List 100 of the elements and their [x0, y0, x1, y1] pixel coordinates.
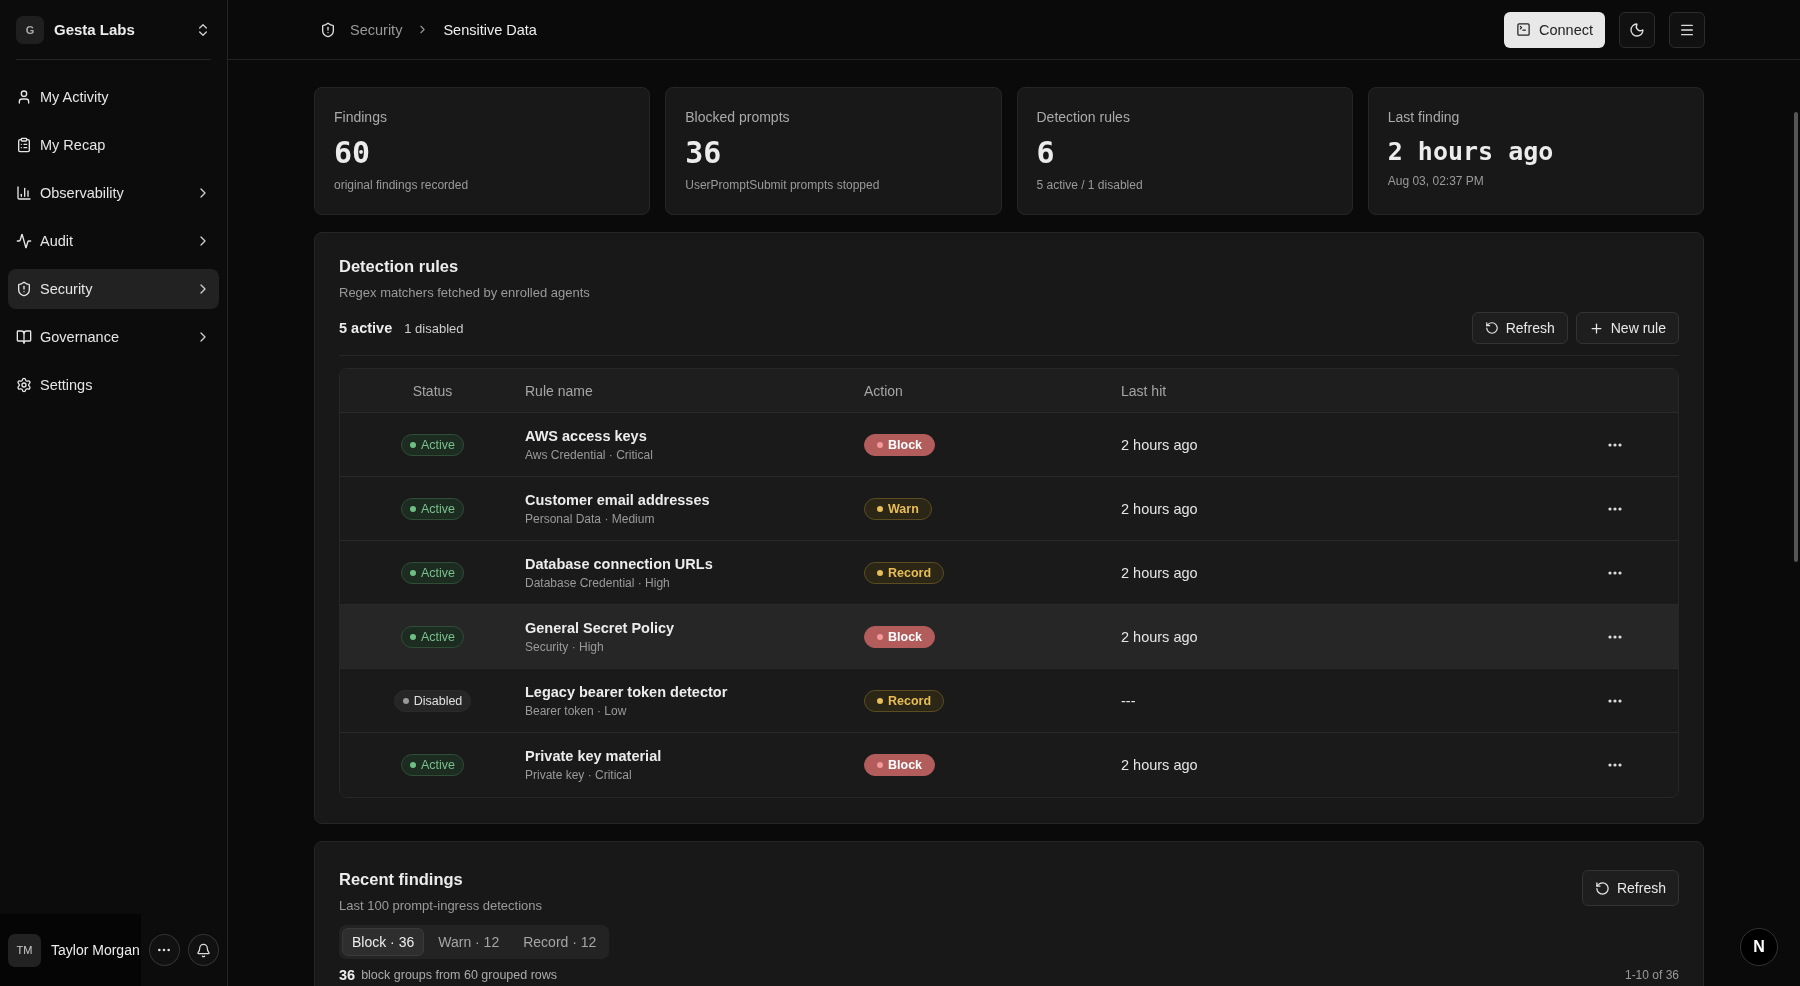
- user-profile[interactable]: TM Taylor Morgan: [0, 914, 141, 986]
- menu-button[interactable]: [1669, 11, 1705, 48]
- user-icon: [16, 89, 32, 105]
- last-hit: ---: [1121, 692, 1137, 709]
- action-badge: Block: [864, 433, 936, 456]
- last-hit: 2 hours ago: [1121, 500, 1199, 517]
- breadcrumb-link[interactable]: Security: [350, 21, 403, 38]
- theme-toggle-button[interactable]: [1619, 11, 1655, 48]
- row-menu-button[interactable]: [1608, 442, 1622, 447]
- ellipsis-icon: [1608, 570, 1622, 575]
- rule-meta: Bearer token · Low: [525, 703, 628, 718]
- sidebar-item[interactable]: Settings: [8, 365, 219, 405]
- action-badge: Warn: [864, 497, 932, 520]
- rule-name: Legacy bearer token detector: [525, 683, 729, 700]
- ellipsis-icon: [1608, 506, 1622, 511]
- pagination-text: 1-10 of 36: [1624, 968, 1679, 982]
- action-badge: Block: [864, 625, 936, 648]
- status-badge: Active: [400, 561, 464, 584]
- workspace-name: Gesta Labs: [54, 21, 136, 38]
- breadcrumb-link[interactable]: Sensitive Data: [443, 21, 537, 38]
- bar-chart-icon: [16, 185, 32, 201]
- rule-meta: Aws Credential · Critical: [525, 447, 654, 462]
- ellipsis-icon: [1608, 763, 1622, 767]
- sidebar-item[interactable]: My Recap: [8, 125, 219, 165]
- rule-name: Database connection URLs: [525, 555, 714, 572]
- stat-value: 36: [685, 135, 723, 170]
- new-rule-button[interactable]: New rule: [1575, 312, 1679, 344]
- stat-value: 2 hours ago: [1387, 137, 1555, 166]
- column-header: Last hit: [1121, 382, 1168, 399]
- ellipsis-icon: [1608, 634, 1622, 639]
- terminal-icon: [1516, 22, 1531, 37]
- panel-title: Detection rules: [339, 257, 460, 276]
- last-hit: 2 hours ago: [1121, 628, 1199, 645]
- panel-subtitle: Regex matchers fetched by enrolled agents: [339, 285, 591, 300]
- pulse-icon: [16, 233, 32, 249]
- row-menu-button[interactable]: [1608, 570, 1622, 575]
- filter-tab[interactable]: Warn · 12: [428, 928, 510, 956]
- ellipsis-icon: [1608, 442, 1622, 447]
- sidebar-item[interactable]: Governance: [8, 317, 219, 357]
- rule-name: Customer email addresses: [525, 491, 711, 508]
- refresh-button[interactable]: Refresh: [1581, 870, 1679, 906]
- active-count: 5 active: [339, 320, 393, 336]
- bell-icon: [195, 942, 211, 958]
- scrollbar-thumb[interactable]: [1794, 112, 1798, 562]
- stat-note: 5 active / 1 disabled: [1036, 178, 1144, 192]
- row-menu-button[interactable]: [1608, 634, 1622, 639]
- clipboard-icon: [16, 137, 32, 153]
- stat-note: Aug 03, 02:37 PM: [1387, 174, 1485, 188]
- row-menu-button[interactable]: [1608, 763, 1622, 767]
- last-hit: 2 hours ago: [1121, 564, 1199, 581]
- workspace-logo: G: [16, 15, 44, 44]
- moon-icon: [1629, 21, 1645, 38]
- stat-label: Detection rules: [1036, 109, 1131, 125]
- rule-name: AWS access keys: [525, 427, 648, 444]
- stat-note: UserPromptSubmit prompts stopped: [685, 178, 881, 192]
- column-header: Action: [864, 382, 904, 399]
- user-name: Taylor Morgan: [51, 942, 140, 958]
- sidebar-item[interactable]: My Activity: [8, 77, 219, 117]
- filter-tab[interactable]: Block · 36: [342, 928, 425, 956]
- status-badge: Active: [400, 433, 464, 456]
- filter-tab[interactable]: Record · 12: [513, 928, 607, 956]
- book-icon: [16, 329, 32, 345]
- last-hit: 2 hours ago: [1121, 436, 1199, 453]
- stat-label: Findings: [334, 109, 388, 125]
- rule-meta: Private key · Critical: [525, 768, 633, 782]
- stat-label: Blocked prompts: [685, 109, 791, 125]
- column-header: Status: [411, 382, 454, 399]
- refresh-icon: [1594, 880, 1610, 896]
- action-badge: Record: [864, 689, 945, 712]
- row-menu-button[interactable]: [1608, 506, 1622, 511]
- shield-icon: [16, 281, 32, 297]
- notifications-button[interactable]: [187, 934, 219, 966]
- rule-name: Private key material: [525, 748, 663, 764]
- stat-label: Last finding: [1387, 109, 1461, 125]
- user-avatar: TM: [8, 933, 41, 967]
- settings-icon: [16, 377, 32, 393]
- status-badge: Active: [400, 497, 464, 520]
- status-badge: Disabled: [393, 689, 472, 712]
- connect-button[interactable]: Connect: [1504, 11, 1605, 48]
- disabled-count: 1 disabled: [404, 320, 464, 336]
- column-header: Rule name: [525, 382, 594, 399]
- plus-icon: [1588, 320, 1604, 336]
- rule-meta: Personal Data · Medium: [525, 511, 656, 526]
- sidebar-item[interactable]: Audit: [8, 221, 219, 261]
- rule-meta: Security · High: [525, 639, 605, 654]
- summary-text: block groups from 60 grouped rows: [361, 968, 559, 982]
- rule-meta: Database Credential · High: [525, 575, 671, 590]
- sidebar-item[interactable]: Security: [8, 269, 219, 309]
- table-row[interactable]: Active General Secret Policy Security · High Block 2 hours ago: [340, 605, 1678, 669]
- refresh-button[interactable]: Refresh: [1471, 312, 1568, 344]
- row-menu-button[interactable]: [1608, 698, 1622, 703]
- last-hit: 2 hours ago: [1121, 757, 1199, 773]
- shield-icon: [320, 21, 336, 38]
- status-badge: Active: [400, 754, 464, 776]
- dev-badge[interactable]: N: [1740, 928, 1778, 966]
- stat-value: 60: [334, 135, 372, 170]
- workspace-switcher[interactable]: G Gesta Labs: [16, 0, 211, 60]
- status-badge: Active: [400, 625, 464, 648]
- refresh-icon: [1484, 321, 1499, 335]
- sidebar-item[interactable]: Observability: [8, 173, 219, 213]
